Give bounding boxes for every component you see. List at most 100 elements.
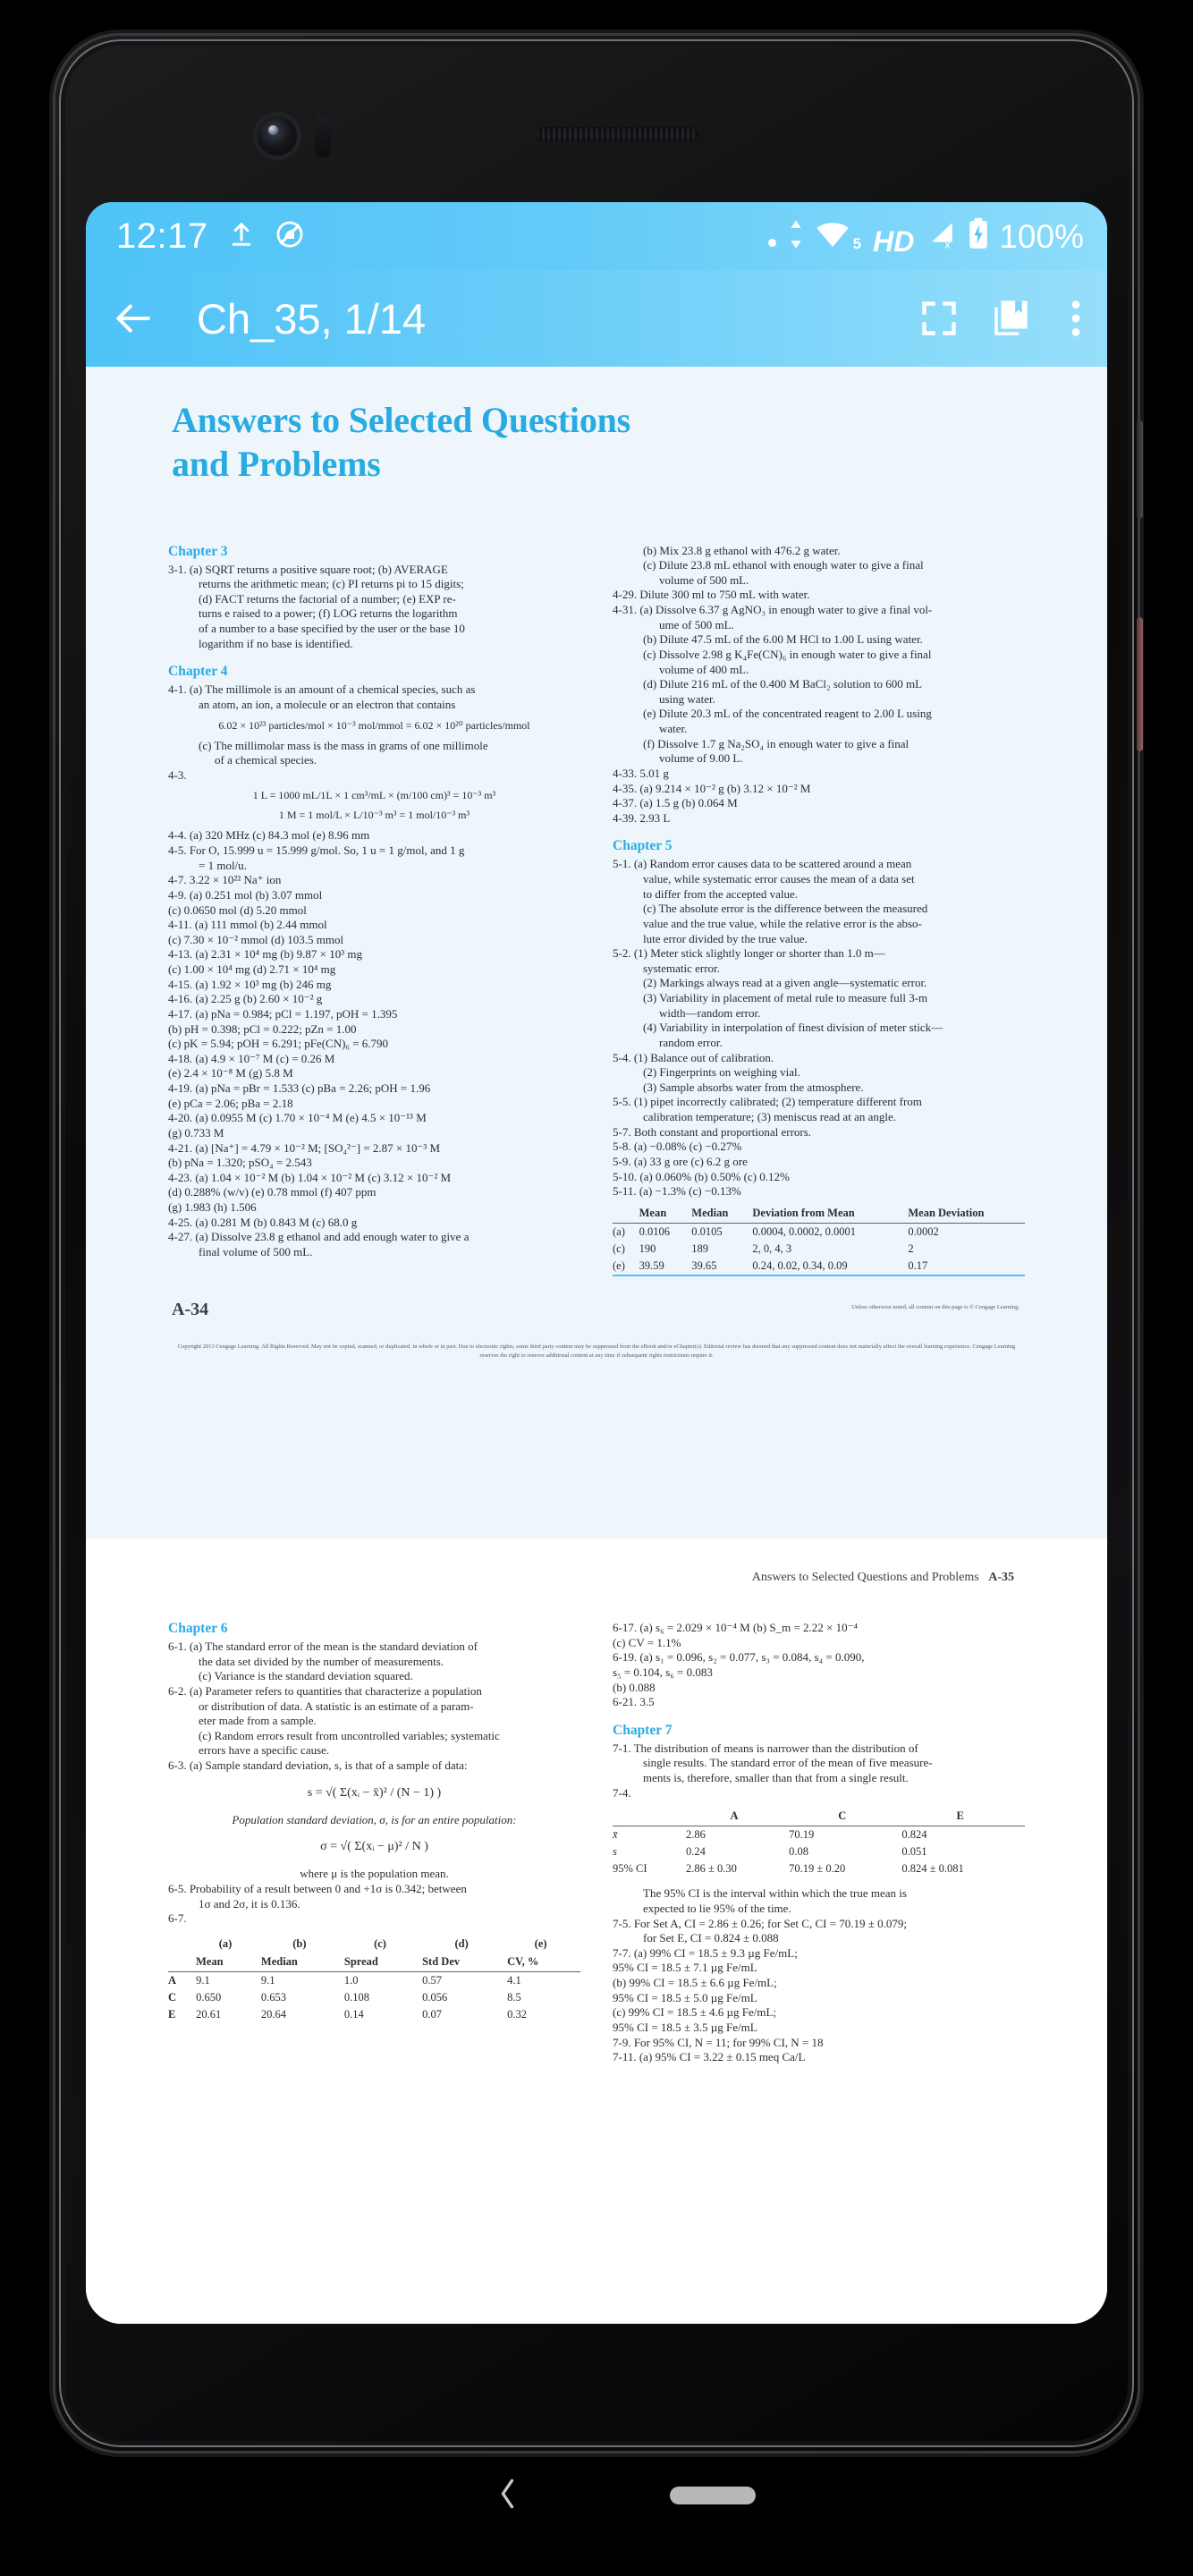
more-vertical-button[interactable] xyxy=(1064,296,1087,341)
text-line: 5-11. (a) −1.3% (c) −0.13% xyxy=(613,1184,741,1199)
volume-button[interactable] xyxy=(1137,420,1143,519)
status-bar-right: 5 HD x 100% xyxy=(767,217,1084,256)
table-col-median: Median xyxy=(260,1953,344,1972)
proximity-sensor-icon xyxy=(315,114,331,157)
text-line: ume of 500 mL. xyxy=(659,617,734,631)
text-line: 4-27. (a) Dissolve 23.8 g ethanol and ad… xyxy=(168,1230,470,1244)
table-cell: 2 xyxy=(908,1241,914,1255)
text-line: (c) 7.30 × 10⁻² mmol (d) 103.5 mmol xyxy=(168,932,344,946)
equation-sample-sd: s = √( Σ(xᵢ − x̄)² / (N − 1) ) xyxy=(307,1785,442,1800)
bookmark-button[interactable] xyxy=(989,296,1034,341)
document-page-2: Answers to Selected Questions and Proble… xyxy=(86,1538,1107,2324)
running-head: Answers to Selected Questions and Proble… xyxy=(125,1571,1014,1585)
unless-note: Unless otherwise noted, all content on t… xyxy=(851,1303,1020,1310)
text-line: (3) Variability in placement of metal ru… xyxy=(643,991,928,1005)
table-7-4: A C E x̄ 2.86 70.19 0.824 s 0.24 0.08 0.… xyxy=(613,1808,1025,1877)
table-cell: 2.86 xyxy=(686,1828,706,1842)
text-line: 7-9. For 95% CI, N = 11; for 99% CI, N =… xyxy=(613,2035,824,2049)
text-line: 4-1. (a) The millimole is an amount of a… xyxy=(168,682,476,697)
text-line: (b) 99% CI = 18.5 ± 6.6 µg Fe/mL; xyxy=(613,1976,777,1989)
table-cell: (e) xyxy=(613,1258,625,1272)
table-cell: 189 xyxy=(691,1241,709,1255)
table-cell: (a) xyxy=(613,1224,625,1238)
status-bar: 12:17 5 HD x 100% xyxy=(86,202,1107,270)
table-cell: 4.1 xyxy=(507,1973,521,1987)
table-cell: 0.0105 xyxy=(691,1224,723,1238)
table-cell: 20.64 xyxy=(260,2007,287,2021)
table-cell: 70.19 xyxy=(789,1828,815,1842)
table-6-7: (a) (b) (c) (d) (e) Mean Median Spread S… xyxy=(168,1936,580,2023)
fullscreen-button[interactable] xyxy=(919,299,959,338)
table-header-row: Mean Median Spread Std Dev CV, % xyxy=(168,1953,580,1972)
nav-back-button[interactable] xyxy=(492,2474,522,2518)
table-cell: 0.24 xyxy=(686,1845,706,1859)
status-time: 12:17 xyxy=(116,216,208,256)
table-col-c: (c) xyxy=(374,1936,386,1950)
table-cell: E xyxy=(168,2007,176,2021)
text-line: value, while systematic error causes the… xyxy=(643,872,915,886)
text-line: 4-16. (a) 2.25 g (b) 2.60 × 10⁻² g xyxy=(168,992,323,1006)
table-cell: A xyxy=(168,1973,177,1987)
text-line: 4-39. 2.93 L xyxy=(613,810,671,825)
table-cell: 0.08 xyxy=(789,1845,808,1859)
text-line: = 1 mol/u. xyxy=(199,858,247,872)
table-cell: 0.17 xyxy=(908,1258,928,1272)
text-line: (g) 1.983 (h) 1.506 xyxy=(168,1200,257,1215)
text-line: (c) Dilute 23.8 mL ethanol with enough w… xyxy=(643,558,924,572)
text-line: 5-10. (a) 0.060% (b) 0.50% (c) 0.12% xyxy=(613,1169,790,1183)
text-line: (2) Fingerprints on weighing vial. xyxy=(643,1065,800,1080)
text-line: 6-3. (a) Sample standard deviation, s, i… xyxy=(168,1758,468,1772)
table-row: (a) 0.0106 0.0105 0.0004, 0.0002, 0.0001… xyxy=(613,1223,1025,1241)
table-row: s 0.24 0.08 0.051 xyxy=(613,1843,1025,1860)
text-line: (e) Dilute 20.3 mL of the concentrated r… xyxy=(643,707,932,721)
table-cell: 0.07 xyxy=(422,2007,442,2021)
battery-charging-icon xyxy=(968,217,989,254)
table-col-c: C xyxy=(789,1808,902,1827)
chapter-3-label: Chapter 3 xyxy=(168,543,228,559)
text-line: of a number to a base specified by the u… xyxy=(199,622,465,636)
table-cell: 1.0 xyxy=(343,1973,359,1987)
table-row: (e) 39.59 39.65 0.24, 0.02, 0.34, 0.09 0… xyxy=(613,1258,1025,1275)
status-bar-left: 12:17 xyxy=(116,216,305,257)
power-button[interactable] xyxy=(1137,617,1143,751)
table-cell: (c) xyxy=(613,1241,625,1255)
back-button[interactable] xyxy=(111,296,156,341)
problem-4-3-label: 4-3. xyxy=(168,767,187,782)
text-line: (e) pCa = 2.06; pBa = 2.18 xyxy=(168,1096,293,1110)
sync-arrows-icon xyxy=(788,219,804,254)
text-line: 5-4. (1) Balance out of calibration. xyxy=(613,1050,774,1064)
rotation-lock-off-icon xyxy=(275,219,305,254)
equation-molar: 1 M = 1 mol/L × L/10⁻³ m³ = 1 mol/10⁻³ m… xyxy=(278,809,470,822)
text-line: 7-5. For Set A, CI = 2.86 ± 0.26; for Se… xyxy=(613,1916,908,1930)
text-line: errors have a specific cause. xyxy=(199,1743,330,1758)
text-line: 6-17. (a) s₆ = 2.029 × 10⁻⁴ M (b) S_m = … xyxy=(613,1621,859,1634)
text-line: 5-5. (1) pipet incorrectly calibrated; (… xyxy=(613,1095,922,1109)
text-line: (c) The millimolar mass is the mass in g… xyxy=(199,738,488,752)
text-line: 6-7. xyxy=(168,1911,187,1926)
chapter-6-label: Chapter 6 xyxy=(168,1621,228,1636)
table-row: E 20.61 20.64 0.14 0.07 0.32 xyxy=(168,2006,580,2023)
table-cell: 2, 0, 4, 3 xyxy=(752,1241,792,1255)
table-cell: s xyxy=(613,1845,617,1859)
table-col-e: E xyxy=(901,1808,1025,1827)
table-cell: 0.0004, 0.0002, 0.0001 xyxy=(752,1224,856,1238)
document-viewer[interactable]: Answers to Selected Questions and Proble… xyxy=(86,367,1107,2324)
text-line: the data set divided by the number of me… xyxy=(199,1654,444,1668)
table-col-mean: Mean xyxy=(196,1953,261,1972)
table-col-blank xyxy=(613,1808,687,1827)
table-col-blank xyxy=(168,1936,196,1953)
table-row: 95% CI 2.86 ± 0.30 70.19 ± 0.20 0.824 ± … xyxy=(613,1860,1025,1877)
text-line: 4-21. (a) [Na⁺] = 4.79 × 10⁻² M; [SO₄²⁻]… xyxy=(168,1140,441,1155)
battery-percent-label: 100% xyxy=(999,217,1084,255)
equation-population-sd: σ = √( Σ(xᵢ − μ)² / N ) xyxy=(320,1840,428,1854)
table-cell: 0.056 xyxy=(422,1990,448,2004)
nav-home-pill[interactable] xyxy=(670,2487,756,2504)
table-cell: 0.57 xyxy=(422,1973,442,1987)
table-header-row: A C E xyxy=(613,1808,1025,1827)
text-line: (g) 0.733 M xyxy=(168,1125,224,1140)
ci-note-line: expected to lie 95% of the time. xyxy=(643,1901,791,1915)
text-line: 4-17. (a) pNa = 0.984; pCl = 1.197, pOH … xyxy=(168,1006,398,1021)
table-cell: 0.650 xyxy=(196,1990,222,2004)
text-line: 7-11. (a) 95% CI = 3.22 ± 0.15 meq Ca/L xyxy=(613,2050,806,2064)
status-dot-icon xyxy=(767,238,776,247)
